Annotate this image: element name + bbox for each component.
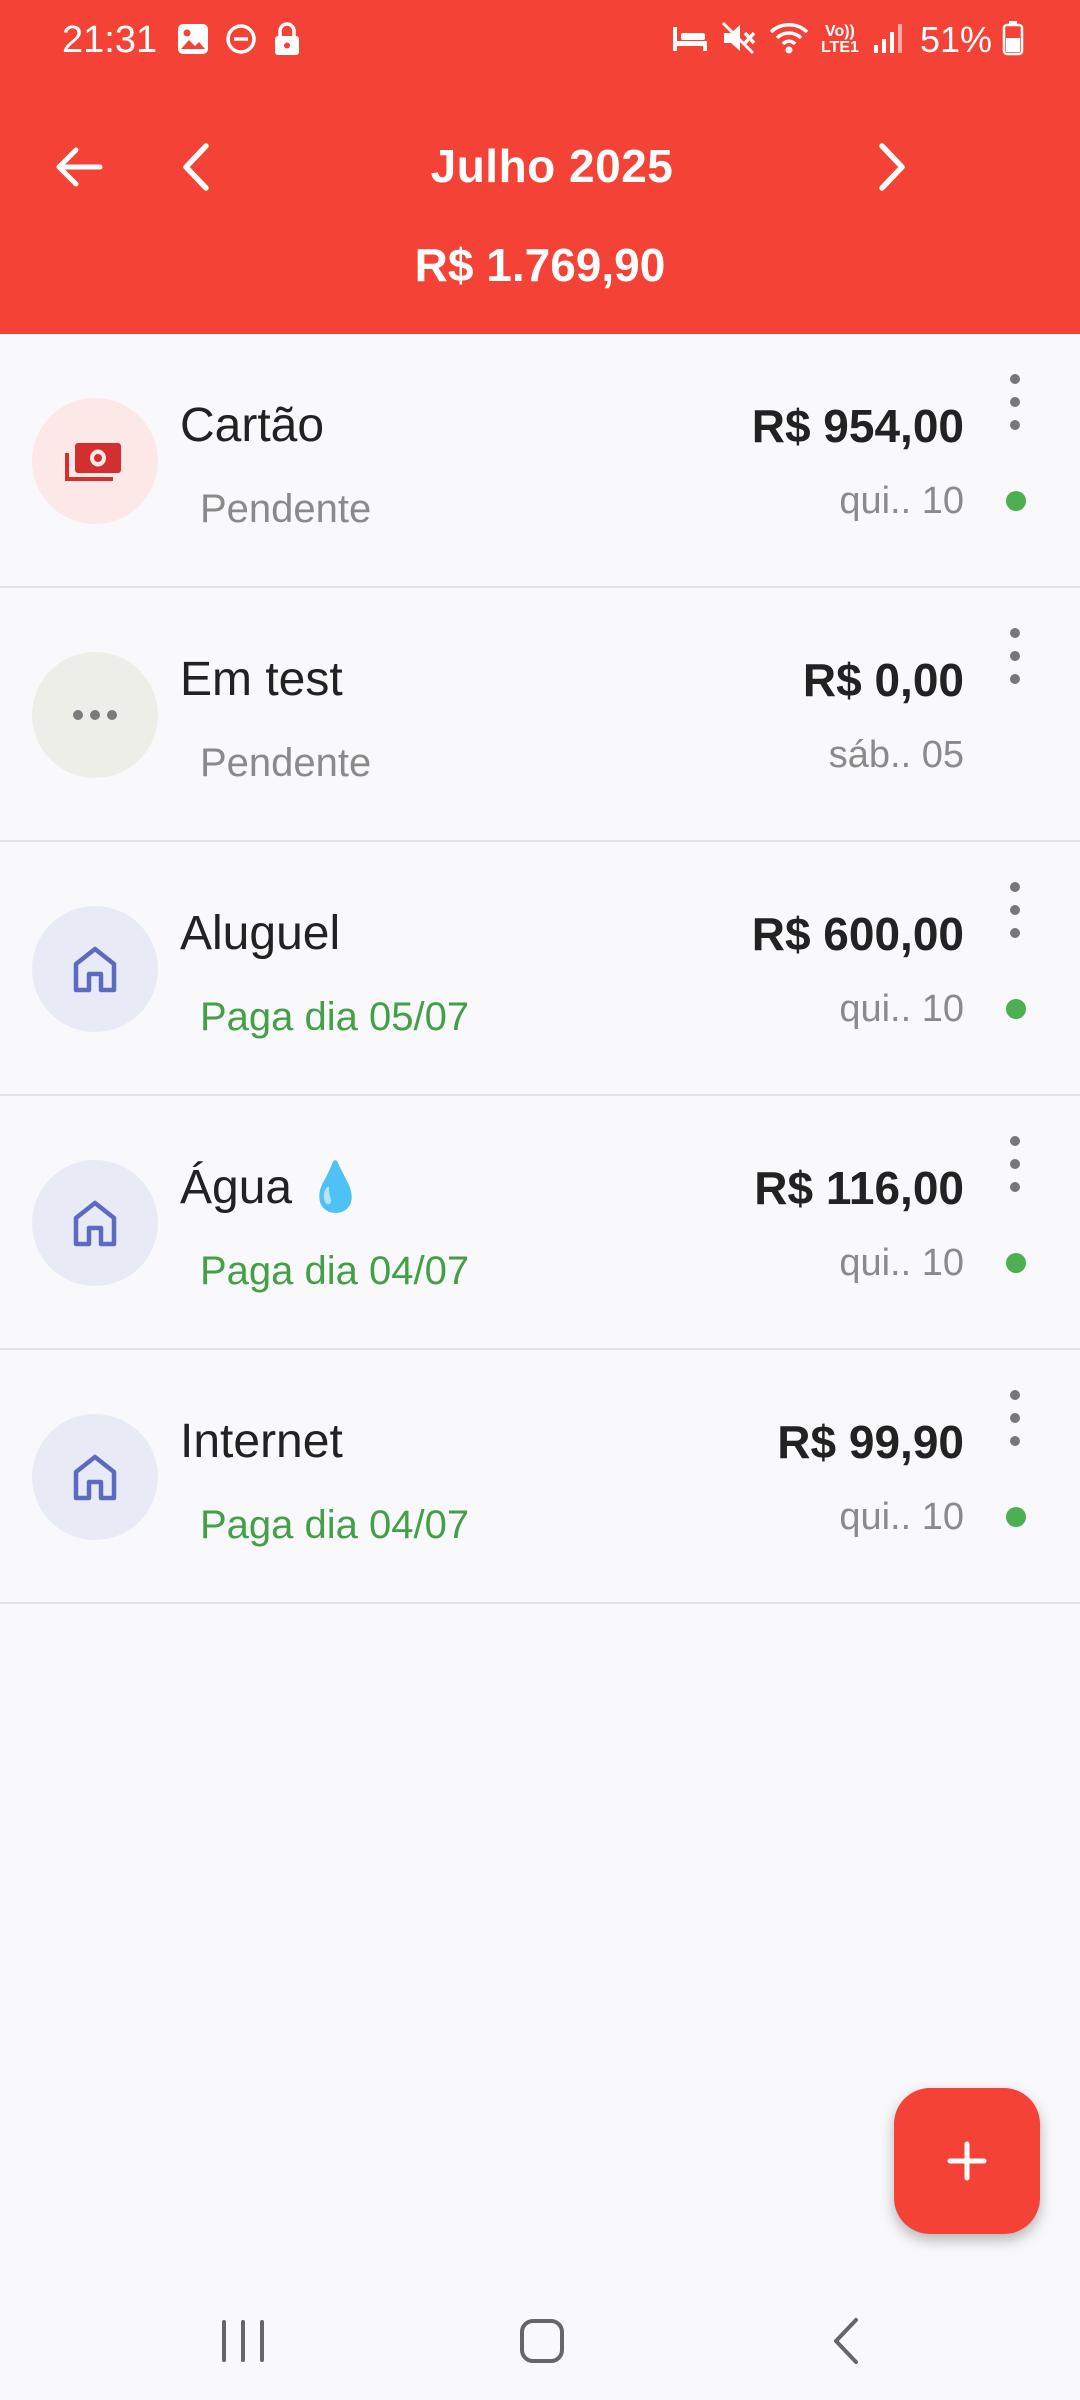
bill-status: Paga dia 04/07 <box>200 1503 470 1547</box>
system-navigation-bar <box>0 2280 1080 2400</box>
list-item[interactable]: Aluguel Paga dia 05/07 R$ 600,00 qui.. 1… <box>0 842 1080 1096</box>
bill-name: Cartão <box>180 399 325 452</box>
back-button[interactable] <box>50 138 108 196</box>
status-dot <box>1006 491 1026 511</box>
status-left-icons <box>176 21 302 62</box>
home-icon <box>73 1454 117 1501</box>
category-avatar <box>32 652 158 778</box>
app-header: 21:31 Vo)) LTE1 51% Julho 2025 R$ 1.769,… <box>0 0 1080 334</box>
home-icon <box>73 946 117 993</box>
bill-name: Em test <box>180 653 343 706</box>
plus-icon <box>947 2141 987 2181</box>
chevron-right-icon <box>879 143 905 191</box>
next-month-button[interactable] <box>860 138 918 196</box>
status-bar: 21:31 Vo)) LTE1 51% <box>0 0 1080 80</box>
more-options-icon[interactable] <box>1000 374 1030 430</box>
add-bill-button[interactable] <box>894 2088 1040 2234</box>
status-dot <box>1006 1507 1026 1527</box>
home-icon <box>73 1200 117 1247</box>
bill-date: qui.. 10 <box>839 988 964 1030</box>
bill-status: Pendente <box>200 487 372 531</box>
bill-name: Aluguel <box>180 907 341 960</box>
home-nav-icon <box>520 2319 564 2363</box>
bill-date: qui.. 10 <box>839 480 964 522</box>
category-avatar <box>32 906 158 1032</box>
home-button[interactable] <box>516 2316 568 2366</box>
sleep-icon <box>670 21 710 60</box>
more-horizontal-icon <box>73 710 117 720</box>
list-item[interactable]: Em test Pendente R$ 0,00 sáb.. 05 <box>0 588 1080 842</box>
battery-percentage: 51% <box>919 19 992 60</box>
bill-list: Cartão Pendente R$ 954,00 qui.. 10 Em te… <box>0 334 1080 1604</box>
bill-status: Paga dia 04/07 <box>200 1249 470 1293</box>
chevron-left-icon <box>183 143 209 191</box>
lock-icon <box>272 21 302 62</box>
status-dot <box>1006 1253 1026 1273</box>
system-back-button[interactable] <box>826 2314 866 2368</box>
image-icon <box>176 22 210 61</box>
list-item[interactable]: Internet Paga dia 04/07 R$ 99,90 qui.. 1… <box>0 1350 1080 1604</box>
bill-status: Paga dia 05/07 <box>200 995 470 1039</box>
category-avatar <box>32 1160 158 1286</box>
more-options-icon[interactable] <box>1000 882 1030 938</box>
list-item[interactable]: Cartão Pendente R$ 954,00 qui.. 10 <box>0 334 1080 588</box>
bill-amount: R$ 954,00 <box>751 400 964 452</box>
dnd-icon <box>224 22 258 61</box>
month-title: Julho 2025 <box>430 140 674 192</box>
status-time: 21:31 <box>62 19 158 61</box>
more-options-icon[interactable] <box>1000 628 1030 684</box>
bill-name: Água 💧 <box>180 1161 366 1214</box>
signal-icon <box>870 21 904 60</box>
previous-month-button[interactable] <box>170 138 228 196</box>
recent-apps-icon <box>222 2320 264 2362</box>
bill-date: sáb.. 05 <box>828 734 964 776</box>
money-icon <box>65 443 121 481</box>
category-avatar <box>32 1414 158 1540</box>
bill-status: Pendente <box>200 741 372 785</box>
arrow-left-icon <box>56 147 103 187</box>
more-options-icon[interactable] <box>1000 1136 1030 1192</box>
battery-icon <box>1002 20 1024 61</box>
list-item[interactable]: Água 💧 Paga dia 04/07 R$ 116,00 qui.. 10 <box>0 1096 1080 1350</box>
bill-amount: R$ 0,00 <box>802 654 964 706</box>
status-dot <box>1006 999 1026 1019</box>
bill-amount: R$ 99,90 <box>777 1416 964 1468</box>
month-navigation: Julho 2025 <box>0 120 1080 210</box>
bill-amount: R$ 600,00 <box>751 908 964 960</box>
recent-apps-button[interactable] <box>218 2318 268 2364</box>
chevron-left-icon <box>834 2318 858 2364</box>
bill-amount: R$ 116,00 <box>754 1162 964 1214</box>
more-options-icon[interactable] <box>1000 1390 1030 1446</box>
status-right-icons: Vo)) LTE1 51% <box>670 16 1024 64</box>
bill-date: qui.. 10 <box>839 1242 964 1284</box>
category-avatar <box>32 398 158 524</box>
bill-name: Internet <box>180 1415 343 1468</box>
mute-icon <box>720 20 758 61</box>
wifi-icon <box>768 20 810 61</box>
month-total: R$ 1.769,90 <box>414 239 666 291</box>
volte-icon: Vo)) LTE1 <box>820 23 859 56</box>
bill-date: qui.. 10 <box>839 1496 964 1538</box>
